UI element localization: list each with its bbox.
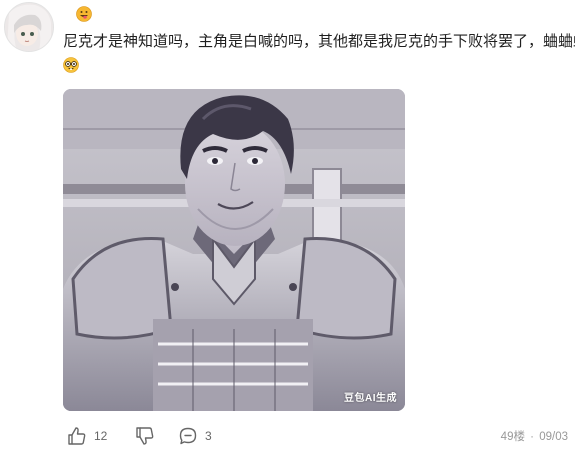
reply-button[interactable]: 3 — [178, 425, 212, 447]
like-count: 12 — [94, 429, 108, 443]
user-avatar[interactable] — [4, 2, 54, 52]
comment-date: 09/03 — [539, 431, 568, 443]
dislike-button[interactable] — [135, 425, 155, 447]
comment-bubble-icon — [178, 426, 198, 446]
comment-image[interactable]: 豆包AI生成 — [63, 89, 405, 411]
floor-number: 49楼 — [500, 431, 525, 443]
reply-count: 3 — [205, 429, 212, 443]
comment-action-bar: 12 3 49楼 · 09/03 — [63, 425, 568, 447]
like-button[interactable]: 12 — [67, 425, 107, 447]
comment-text: 尼克才是神知道吗，主角是白喊的吗，其他都是我尼克的手下败将罢了，蛐蛐蛐蛐 — [63, 33, 575, 50]
thumbs-down-icon — [135, 426, 155, 446]
grinning-tongue-icon — [76, 6, 92, 22]
nerd-face-icon — [63, 57, 79, 73]
meta-separator: · — [530, 431, 535, 443]
ai-watermark: 豆包AI生成 — [344, 393, 397, 404]
thumbs-up-icon — [67, 426, 87, 446]
comment-meta: 49楼 · 09/03 — [501, 428, 568, 444]
